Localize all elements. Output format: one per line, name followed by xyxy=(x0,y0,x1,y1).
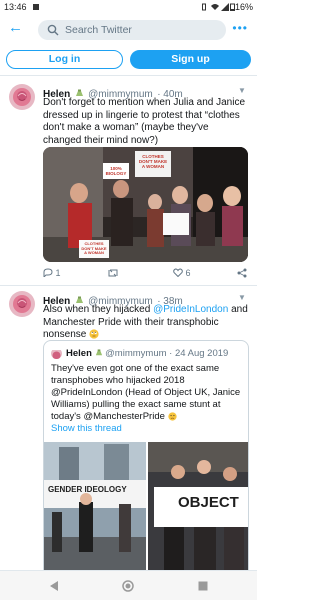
reply-action[interactable]: 1 xyxy=(43,268,61,279)
signal-icon xyxy=(221,3,229,11)
quoted-tweet[interactable]: Helen @mimmymum · 24 Aug 2019 They've ev… xyxy=(43,340,249,586)
login-button[interactable]: Log in xyxy=(6,50,123,69)
chevron-down-icon[interactable]: ▼ xyxy=(238,293,248,302)
tweet-text: Don't forget to mention when Julia and J… xyxy=(43,97,246,146)
signup-button[interactable]: Sign up xyxy=(130,50,251,69)
wifi-icon xyxy=(211,4,219,10)
quote-header: Helen @mimmymum · 24 Aug 2019 xyxy=(66,348,246,359)
more-options-icon[interactable]: ••• xyxy=(232,21,248,35)
reply-count: 1 xyxy=(55,268,61,278)
like-count: 6 xyxy=(185,268,191,278)
home-circle-icon[interactable] xyxy=(122,580,134,592)
rolling-eyes-emoji-icon xyxy=(89,329,99,339)
quote-text-body: They've even got one of the exact same t… xyxy=(51,363,241,422)
like-action[interactable]: 6 xyxy=(173,268,191,278)
search-input[interactable]: Search Twitter xyxy=(38,20,226,40)
tweet-actions: 1 6 xyxy=(43,268,248,280)
quote-author-handle: @mimmymum xyxy=(105,348,167,359)
system-nav-bar xyxy=(0,570,257,600)
photo-sign-text: 100% BIOLOGY xyxy=(105,166,127,176)
photo-banner-text: OBJECT xyxy=(178,494,239,511)
auth-bar: Log in Sign up xyxy=(0,48,257,72)
divider xyxy=(0,75,257,76)
avatar-rose-image xyxy=(51,350,62,359)
avatar-rose-image xyxy=(9,291,35,317)
share-icon[interactable] xyxy=(237,268,247,278)
status-time: 13:46 xyxy=(4,2,27,12)
avatar xyxy=(51,348,62,359)
tweet-header: Helen @mimmymum · 40m xyxy=(43,84,243,100)
heart-icon xyxy=(173,268,183,278)
mention-link[interactable]: @PrideInLondon xyxy=(153,304,228,315)
retweet-icon[interactable] xyxy=(107,268,119,278)
quote-photos[interactable]: GENDER IDEOLOGY OBJECT xyxy=(44,442,248,585)
chevron-down-icon[interactable]: ▼ xyxy=(238,86,248,95)
battery-percent: 16% xyxy=(234,2,253,12)
tweet-text: Also when they hijacked @PrideInLondon a… xyxy=(43,304,249,342)
search-icon xyxy=(47,24,59,36)
photo-banner-text: GENDER IDEOLOGY xyxy=(48,485,127,494)
vibrate-icon xyxy=(202,3,206,11)
search-placeholder: Search Twitter xyxy=(65,24,132,36)
status-bar: 13:46 16% xyxy=(0,0,257,14)
back-arrow-icon[interactable]: ← xyxy=(8,20,23,35)
photo-sign-text: CLOTHES DON'T MAKE A WOMAN xyxy=(138,154,168,169)
avatar-rose-image xyxy=(9,84,35,110)
tweet-text-part: Also when they hijacked xyxy=(43,304,154,315)
reply-icon xyxy=(43,268,53,279)
photo-sign-text: CLOTHES DON'T MAKE A WOMAN xyxy=(81,241,107,255)
show-thread-link[interactable]: Show this thread xyxy=(51,423,122,434)
manchester-protest-photos xyxy=(44,442,248,585)
divider xyxy=(0,285,257,286)
notification-icon xyxy=(33,4,39,10)
recents-square-icon[interactable] xyxy=(197,580,209,592)
frowning-emoji-icon xyxy=(167,412,177,421)
back-triangle-icon[interactable] xyxy=(48,580,60,592)
avatar[interactable] xyxy=(9,291,35,317)
tweet-photo[interactable]: CLOTHES DON'T MAKE A WOMAN 100% BIOLOGY … xyxy=(43,147,248,262)
emoji-icon xyxy=(95,349,102,356)
quote-author-name: Helen xyxy=(66,348,92,359)
quote-date: · 24 Aug 2019 xyxy=(169,348,229,359)
top-bar: ← Search Twitter ••• xyxy=(0,16,257,44)
quote-text: They've even got one of the exact same t… xyxy=(51,363,243,423)
avatar[interactable] xyxy=(9,84,35,110)
tweet-header: Helen @mimmymum · 38m xyxy=(43,291,243,307)
